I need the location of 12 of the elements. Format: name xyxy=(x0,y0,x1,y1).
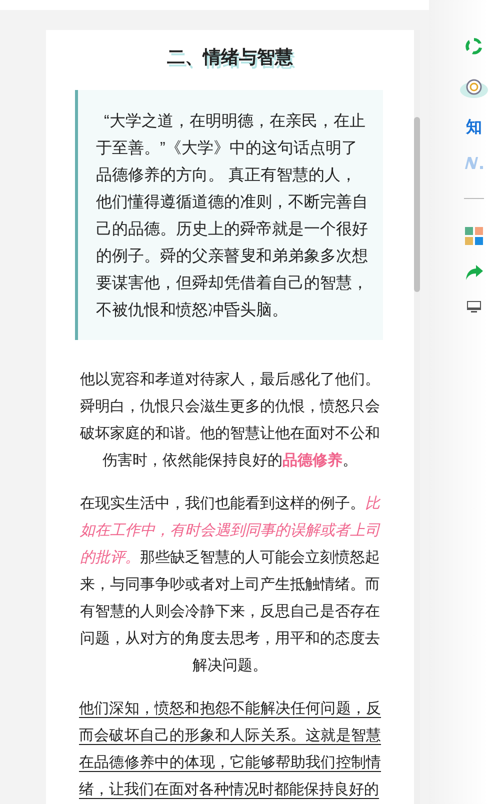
share-icon[interactable] xyxy=(465,265,483,281)
scrollbar-thumb[interactable] xyxy=(414,117,420,292)
section-heading: 二、情绪与智慧 xyxy=(167,46,293,69)
zhihu-icon[interactable]: 知 xyxy=(466,120,482,136)
monitor-icon[interactable] xyxy=(467,301,481,313)
body-paragraph: 在现实生活中，我们也能看到这样的例子。比如在工作中，有时会遇到同事的误解或者上司的批评。那些缺乏智慧的人可能会立刻愤怒起来，与同事争吵或者对上司产生抵触情绪。而有智慧的人则会冷静下来，反思自己是否存在问题，从对方的角度去思考，用平和的态度去解决问题。 xyxy=(79,494,381,676)
body-paragraph: 他以宽容和孝道对待家人，最后感化了他们。舜明白，仇恨只会滋生更多的仇恨，愤怒只会破坏家庭的和谐。他的智慧让他在面对不公和伤害时，依然能保持良好的品德修养。 xyxy=(79,370,381,471)
body-paragraph: 他们深知，愤怒和抱怨不能解决任何问题，反而会破坏自己的形象和人际关系。这就是智慧在品德修养中的体现，它能够帮助我们控制情绪，让我们在面对各种情况时都能保持良好的 xyxy=(79,699,381,800)
app-grid-icon[interactable] xyxy=(465,227,483,245)
recycle-icon[interactable] xyxy=(464,36,484,56)
n-logo-icon[interactable] xyxy=(464,156,484,170)
quote-text: “大学之道，在明明德，在亲民，在止于至善。”《大学》中的这句话点明了品德修养的方向。 真正有智慧的人，他们懂得遵循道德的准则，不断完善自己的品德。历史上的舜帝就是一个很好的例子。舜的父亲瞽叟和弟弟象多次想要谋害他，但舜却凭借着自己的智慧，不被仇恨和愤怒冲昏头脑。 xyxy=(96,112,368,321)
